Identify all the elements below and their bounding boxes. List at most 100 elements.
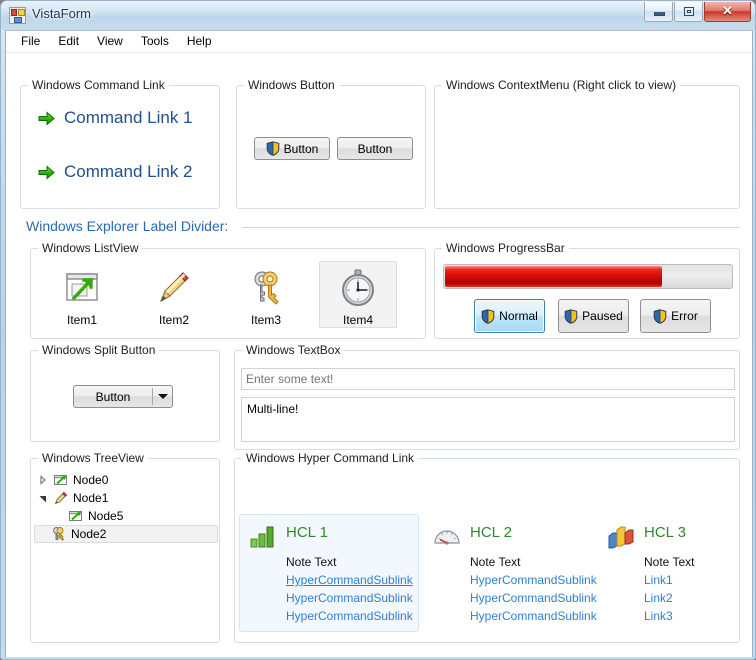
close-icon: ✕ (722, 3, 733, 18)
multiline-textarea[interactable] (241, 397, 735, 442)
close-button[interactable]: ✕ (704, 2, 751, 22)
title-bar: VistaForm ✕ (1, 1, 755, 30)
app-icon (9, 7, 26, 24)
uac-shield-icon (653, 308, 667, 324)
progress-error-button[interactable]: Error (640, 299, 711, 333)
hyper-command-link-1-sublink-1[interactable]: HyperCommandSublink (286, 573, 413, 587)
group-treeview: Windows TreeView Node0 Node1 Node5 Node2 (30, 451, 220, 643)
group-button: Windows Button Button Button (236, 78, 426, 209)
group-command-link-legend: Windows Command Link (28, 78, 169, 92)
listview-item-4[interactable]: Item4 (319, 261, 397, 328)
progress-error-label: Error (671, 309, 698, 323)
menu-item-tools[interactable]: Tools (132, 31, 178, 52)
plain-button[interactable]: Button (337, 137, 413, 160)
window-title: VistaForm (32, 6, 91, 21)
listview-item-1-label: Item1 (66, 313, 97, 327)
hyper-command-link-2-sublink-2[interactable]: HyperCommandSublink (470, 591, 597, 605)
group-progressbar-legend: Windows ProgressBar (442, 241, 569, 255)
progress-normal-button[interactable]: Normal (474, 299, 545, 333)
progress-normal-label: Normal (499, 309, 538, 323)
treeview-node-5-label: Node5 (88, 509, 124, 523)
treeview-node-5[interactable]: Node5 (67, 507, 214, 525)
progress-bar (443, 264, 733, 289)
listview-item-2[interactable]: Item2 (135, 261, 213, 328)
pencil-icon (53, 490, 69, 506)
hyper-command-link-2-note: Note Text (470, 555, 521, 569)
split-button[interactable]: Button (73, 385, 173, 408)
listview-item-3[interactable]: Item3 (227, 261, 305, 328)
gauge-icon (432, 522, 462, 550)
menu-bar: File Edit View Tools Help (6, 31, 752, 53)
group-context-menu[interactable]: Windows ContextMenu (Right click to view… (434, 78, 740, 209)
command-link-1[interactable]: Command Link 1 (38, 108, 193, 128)
progress-paused-button[interactable]: Paused (558, 299, 629, 333)
hyper-command-link-2-sublink-1[interactable]: HyperCommandSublink (470, 573, 597, 587)
green-arrow-icon (38, 164, 55, 180)
command-link-2[interactable]: Command Link 2 (38, 162, 193, 182)
listview-item-2-label: Item2 (158, 313, 189, 327)
hyper-command-link-3-sublink-3[interactable]: Link3 (644, 609, 673, 623)
color-bar-chart-icon (606, 522, 636, 550)
explorer-label-divider: Windows Explorer Label Divider: (26, 218, 229, 234)
hyper-command-link-1-sublink-2[interactable]: HyperCommandSublink (286, 591, 413, 605)
treeview-node-2[interactable]: Node2 (34, 525, 218, 543)
hyper-command-link-3-note: Note Text (644, 555, 695, 569)
client-area: File Edit View Tools Help Windows Comman… (5, 30, 753, 657)
hyper-command-link-3-sublink-1[interactable]: Link1 (644, 573, 673, 587)
group-context-menu-legend: Windows ContextMenu (Right click to view… (442, 78, 681, 92)
listview-item-1[interactable]: Item1 (43, 261, 121, 328)
uac-shield-icon (481, 308, 495, 324)
group-progressbar: Windows ProgressBar Normal Paused Error (434, 241, 740, 339)
treeview-node-0[interactable]: Node0 (36, 471, 214, 489)
command-link-1-label: Command Link 1 (64, 108, 193, 127)
chevron-down-expanded-icon[interactable] (37, 492, 49, 504)
minimize-icon (654, 12, 665, 16)
hyper-command-link-1[interactable]: HCL 1 Note Text HyperCommandSublink Hype… (239, 514, 419, 632)
keys-icon (51, 526, 67, 542)
hyper-command-link-3-sublink-2[interactable]: Link2 (644, 591, 673, 605)
menu-item-file[interactable]: File (12, 31, 49, 52)
restore-icon (684, 7, 694, 16)
treeview-indent-spacer (35, 528, 47, 540)
group-textbox-legend: Windows TextBox (242, 343, 345, 357)
divider-rule (242, 227, 740, 228)
keys-icon (244, 267, 288, 309)
progress-bar-fill (445, 266, 663, 287)
search-input[interactable] (241, 368, 735, 390)
group-hyper-command-link-legend: Windows Hyper Command Link (242, 451, 419, 465)
hyper-command-link-1-heading: HCL 1 (286, 524, 328, 541)
group-hyper-command-link: Windows Hyper Command Link HCL 1 Note Te… (234, 451, 740, 643)
hyper-command-link-2[interactable]: HCL 2 Note Text HyperCommandSublink Hype… (423, 514, 603, 632)
hyper-command-link-1-sublink-3[interactable]: HyperCommandSublink (286, 609, 413, 623)
split-button-dropdown[interactable] (153, 386, 172, 407)
treeview-node-2-label: Node2 (71, 527, 107, 541)
group-command-link: Windows Command Link Command Link 1 Comm… (20, 78, 220, 209)
hyper-command-link-3-heading: HCL 3 (644, 524, 686, 541)
window-arrow-icon (60, 267, 104, 309)
menu-item-view[interactable]: View (88, 31, 132, 52)
group-treeview-legend: Windows TreeView (38, 451, 148, 465)
shield-button[interactable]: Button (254, 137, 330, 160)
progress-paused-label: Paused (582, 309, 623, 323)
stopwatch-icon (336, 267, 380, 309)
chevron-right-icon[interactable] (37, 474, 49, 486)
uac-shield-icon (266, 141, 280, 156)
minimize-button[interactable] (644, 2, 673, 22)
chevron-down-icon (157, 394, 168, 399)
restore-button[interactable] (674, 2, 703, 22)
hyper-command-link-3[interactable]: HCL 3 Note Text Link1 Link2 Link3 (597, 514, 737, 632)
treeview-node-0-label: Node0 (73, 473, 109, 487)
plain-button-label: Button (357, 141, 393, 156)
vistaform-app: VistaForm ✕ File Edit View Tools Help Wi… (0, 0, 756, 660)
menu-item-edit[interactable]: Edit (49, 31, 88, 52)
treeview-node-1[interactable]: Node1 (36, 489, 214, 507)
hyper-command-link-1-note: Note Text (286, 555, 337, 569)
green-arrow-icon (38, 110, 55, 126)
group-button-legend: Windows Button (244, 78, 339, 92)
split-button-label[interactable]: Button (74, 386, 152, 407)
menu-item-help[interactable]: Help (178, 31, 221, 52)
group-listview: Windows ListView Item1 Item2 Item3 Item4 (30, 241, 426, 339)
group-split-button-legend: Windows Split Button (38, 343, 160, 357)
hyper-command-link-2-sublink-3[interactable]: HyperCommandSublink (470, 609, 597, 623)
green-bar-chart-icon (248, 522, 278, 550)
